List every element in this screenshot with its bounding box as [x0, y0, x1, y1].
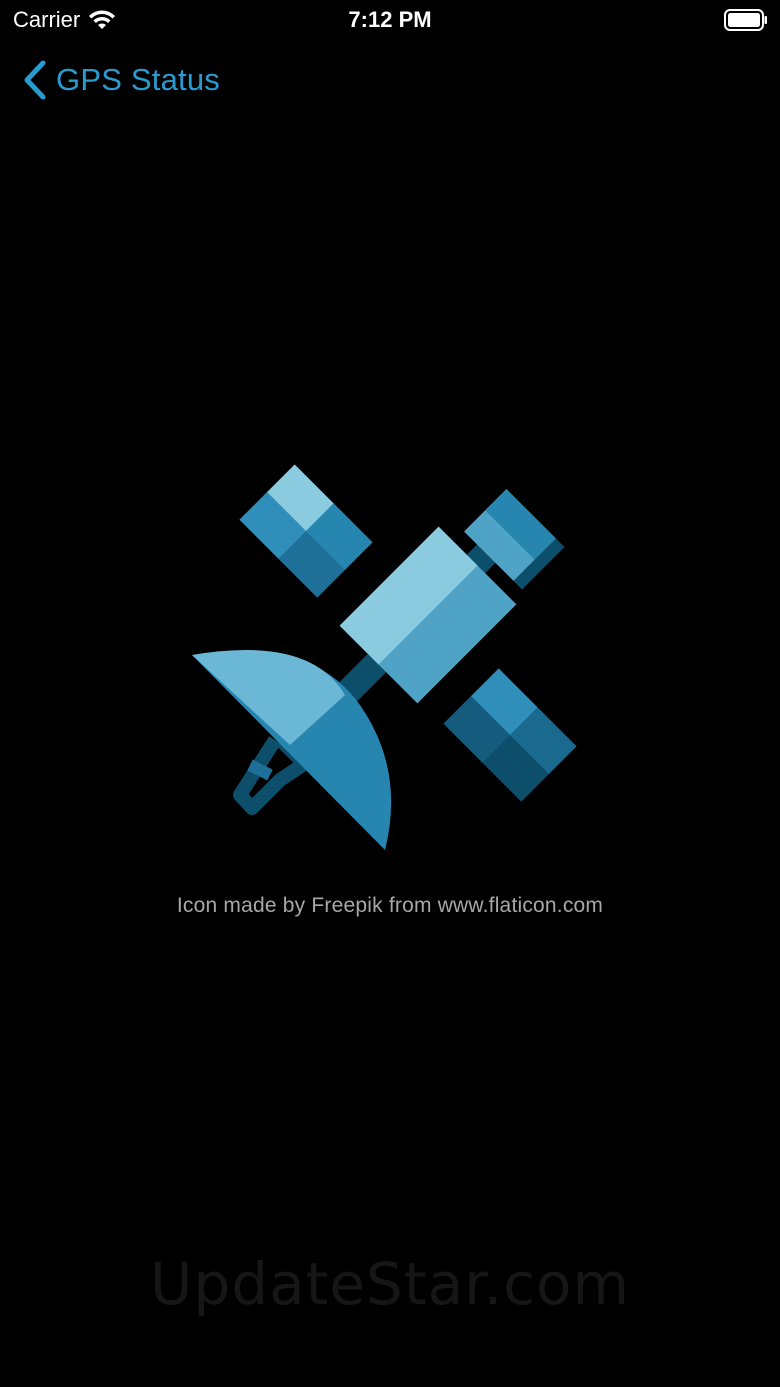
watermark: UpdateStar.com: [150, 1250, 630, 1318]
battery-icon: [724, 9, 767, 31]
status-bar: Carrier 7:12 PM: [0, 0, 780, 40]
chevron-left-icon: [24, 60, 46, 100]
back-button[interactable]: GPS Status: [22, 56, 220, 104]
icon-credit: Icon made by Freepik from www.flaticon.c…: [176, 894, 604, 917]
status-time: 7:12 PM: [348, 7, 432, 32]
back-label: GPS Status: [56, 62, 220, 97]
satellite-icon: [192, 464, 577, 850]
